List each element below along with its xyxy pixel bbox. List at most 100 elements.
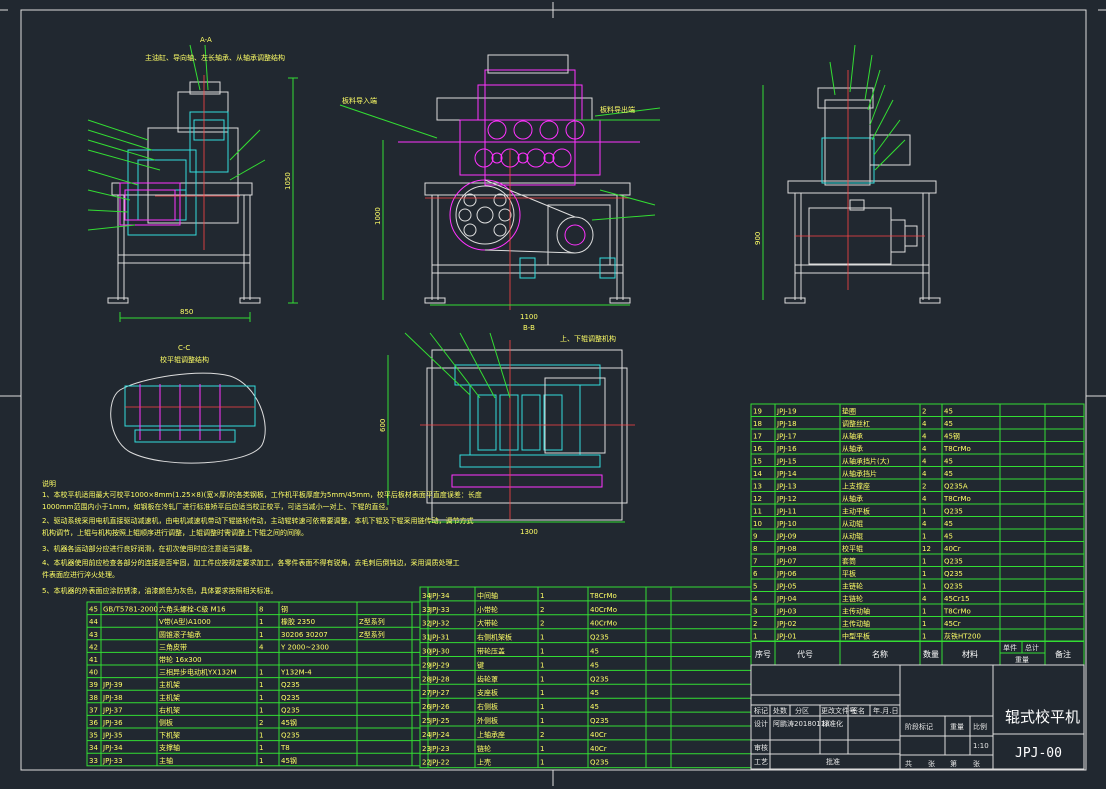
notes-line: 5、本机器的外表面应涂防锈漆，油漆颜色为灰色，具体要求按照相关标准。 — [42, 586, 277, 595]
table-cell: Q235 — [281, 732, 300, 740]
table-cell: JPJ-06 — [776, 570, 797, 578]
table-cell: 主传动轴 — [842, 607, 870, 616]
table-cell: 垫圈 — [842, 407, 856, 416]
bom-header-cell: 重量 — [1015, 656, 1029, 664]
table-cell: 37 — [89, 706, 98, 714]
table-cell: 1 — [259, 744, 263, 752]
table-cell: 8 — [259, 606, 263, 614]
table-cell: JPJ-38 — [102, 694, 123, 702]
table-row: 43 圆锥滚子轴承 1 30206 30207 Z型系列 — [87, 626, 420, 639]
table-cell: 18 — [753, 420, 762, 428]
table-cell: 主链轮 — [842, 594, 863, 603]
bom-header-cell: 序号 — [755, 649, 771, 659]
bom-header-cell: 总计 — [1025, 643, 1039, 652]
table-row: 17 JPJ-17 从轴承 4 45钢 — [751, 428, 1084, 441]
table-row: 25 JPJ-25 外侧板 1 Q235 — [420, 711, 751, 725]
table-cell: 4 — [922, 445, 927, 453]
bom-table-middle: 34 JPJ-34 中间轴 1 T8CrMo33 JPJ-33 小带轮 2 40CrMo32 JP… — [419, 586, 752, 769]
table-cell: JPJ-25 — [429, 717, 450, 725]
table-cell: 16 — [753, 445, 762, 453]
table-cell: 40Cr — [590, 731, 607, 739]
table-cell: 小带轮 — [477, 605, 498, 614]
table-cell: 主链轮 — [842, 582, 863, 591]
table-cell: 2 — [259, 719, 263, 727]
table-row: 36 JPJ-36 侧板 2 45钢 — [87, 714, 420, 727]
scale-value: 1:10 — [973, 742, 989, 750]
left-side-view — [87, 44, 298, 322]
table-cell: JPJ-01 — [776, 633, 797, 641]
table-row: 12 JPJ-12 从轴承 4 T8CrMo — [751, 491, 1084, 503]
table-cell: 带轮 16x300 — [159, 655, 202, 664]
table-row: 2 JPJ-02 主传动轴 1 45Cr — [751, 616, 1084, 628]
table-cell: JPJ-10 — [776, 520, 797, 528]
table-row: 23 JPJ-23 链轮 1 40Cr — [420, 739, 751, 753]
notes-line: 1、本校平机适用最大可校平1000×8mm(1.25×8)(宽×厚)的各类钢板，… — [42, 490, 482, 499]
table-cell: JPJ-34 — [429, 592, 450, 600]
table-cell: 支撑轴 — [159, 743, 180, 752]
table-cell: 40CrMo — [590, 620, 617, 628]
inlet-label: 板料导入端 — [342, 96, 377, 105]
sheet-unit: 张 — [973, 759, 980, 768]
table-cell: 1 — [540, 648, 544, 656]
table-cell: 灰铁HT200 — [944, 632, 981, 641]
table-cell: 侧板 — [159, 718, 173, 727]
table-cell: JPJ-34 — [102, 744, 123, 752]
table-cell: Q235 — [590, 675, 609, 683]
table-cell: 45钢 — [281, 756, 297, 765]
table-cell: 下机架 — [159, 731, 180, 740]
table-cell: T8 — [280, 744, 290, 752]
table-cell: JPJ-24 — [429, 731, 450, 739]
table-cell: 30206 30207 — [281, 631, 328, 639]
table-cell: 43 — [89, 631, 98, 639]
table-cell: JPJ-29 — [429, 661, 450, 669]
table-cell: JPJ-18 — [776, 420, 797, 428]
technical-notes: 说明 1、本校平机适用最大可校平1000×8mm(1.25×8)(宽×厚)的各类… — [42, 479, 482, 595]
table-cell: Y132M-4 — [280, 669, 312, 677]
section-c-label: C-C — [178, 344, 190, 352]
title-block-cell: 分区 — [795, 706, 809, 715]
table-cell: JPJ-23 — [429, 745, 450, 753]
section-b-label: B-B — [523, 324, 535, 332]
table-cell: 1 — [922, 608, 926, 616]
title-block-cell: 签名 — [851, 706, 865, 715]
table-row: 7 JPJ-07 套筒 1 Q235 — [751, 553, 1084, 566]
table-cell: 45Cr — [944, 620, 961, 628]
table-cell: JPJ-12 — [776, 495, 797, 503]
table-cell: Z型系列 — [359, 617, 385, 626]
table-cell: JPJ-26 — [429, 703, 450, 711]
table-cell: 外侧板 — [477, 716, 498, 725]
table-cell: 1 — [540, 661, 544, 669]
table-cell: 4 — [922, 420, 927, 428]
table-cell: Q235A — [944, 483, 968, 491]
table-cell: 1 — [259, 618, 263, 626]
table-cell: 主传动轴 — [842, 619, 870, 628]
table-row: 3 JPJ-03 主传动轴 1 T8CrMo — [751, 603, 1084, 616]
table-cell: 上轴承座 — [477, 730, 505, 739]
table-cell: 36 — [89, 719, 98, 727]
dim-plan-height: 600 — [379, 419, 387, 432]
dim-front-width: 1100 — [520, 313, 538, 321]
table-row: 33 JPJ-33 小带轮 2 40CrMo — [420, 600, 751, 614]
table-row: 11 JPJ-11 主动平板 1 Q235 — [751, 503, 1084, 516]
table-cell: 45 — [944, 458, 953, 466]
table-cell: JPJ-33 — [429, 606, 450, 614]
table-cell: GB/T5781-2000 — [103, 606, 158, 614]
table-cell: 主轴 — [159, 756, 173, 765]
notes-line: 4、本机器使用前应检查各部分的连接是否牢固，加工件应按规定要求加工，各零件表面不… — [42, 558, 459, 567]
notes-line: 3、机器各运动部分应进行良好润滑，在初次使用时应注意适当调整。 — [42, 544, 256, 553]
table-cell: 1 — [540, 745, 544, 753]
table-cell: 中间轴 — [477, 591, 498, 600]
title-block-cell: 年.月.日 — [873, 706, 898, 715]
bom-header-cell: 材料 — [962, 649, 978, 659]
table-row: 31 JPJ-31 右侧机架板 1 Q235 — [420, 628, 751, 642]
table-row: 41 带轮 16x300 — [87, 651, 420, 664]
table-cell: JPJ-19 — [776, 408, 797, 416]
table-row: 19 JPJ-19 垫圈 2 45 — [753, 407, 953, 416]
table-cell: 4 — [922, 495, 927, 503]
table-cell: Q235 — [944, 570, 963, 578]
table-cell: 从动辊 — [842, 519, 863, 528]
table-cell: 主机架 — [159, 693, 180, 702]
table-cell: JPJ-16 — [776, 445, 797, 453]
table-cell: V带(A型)A1000 — [159, 617, 211, 626]
table-cell: 链轮 — [477, 744, 491, 753]
